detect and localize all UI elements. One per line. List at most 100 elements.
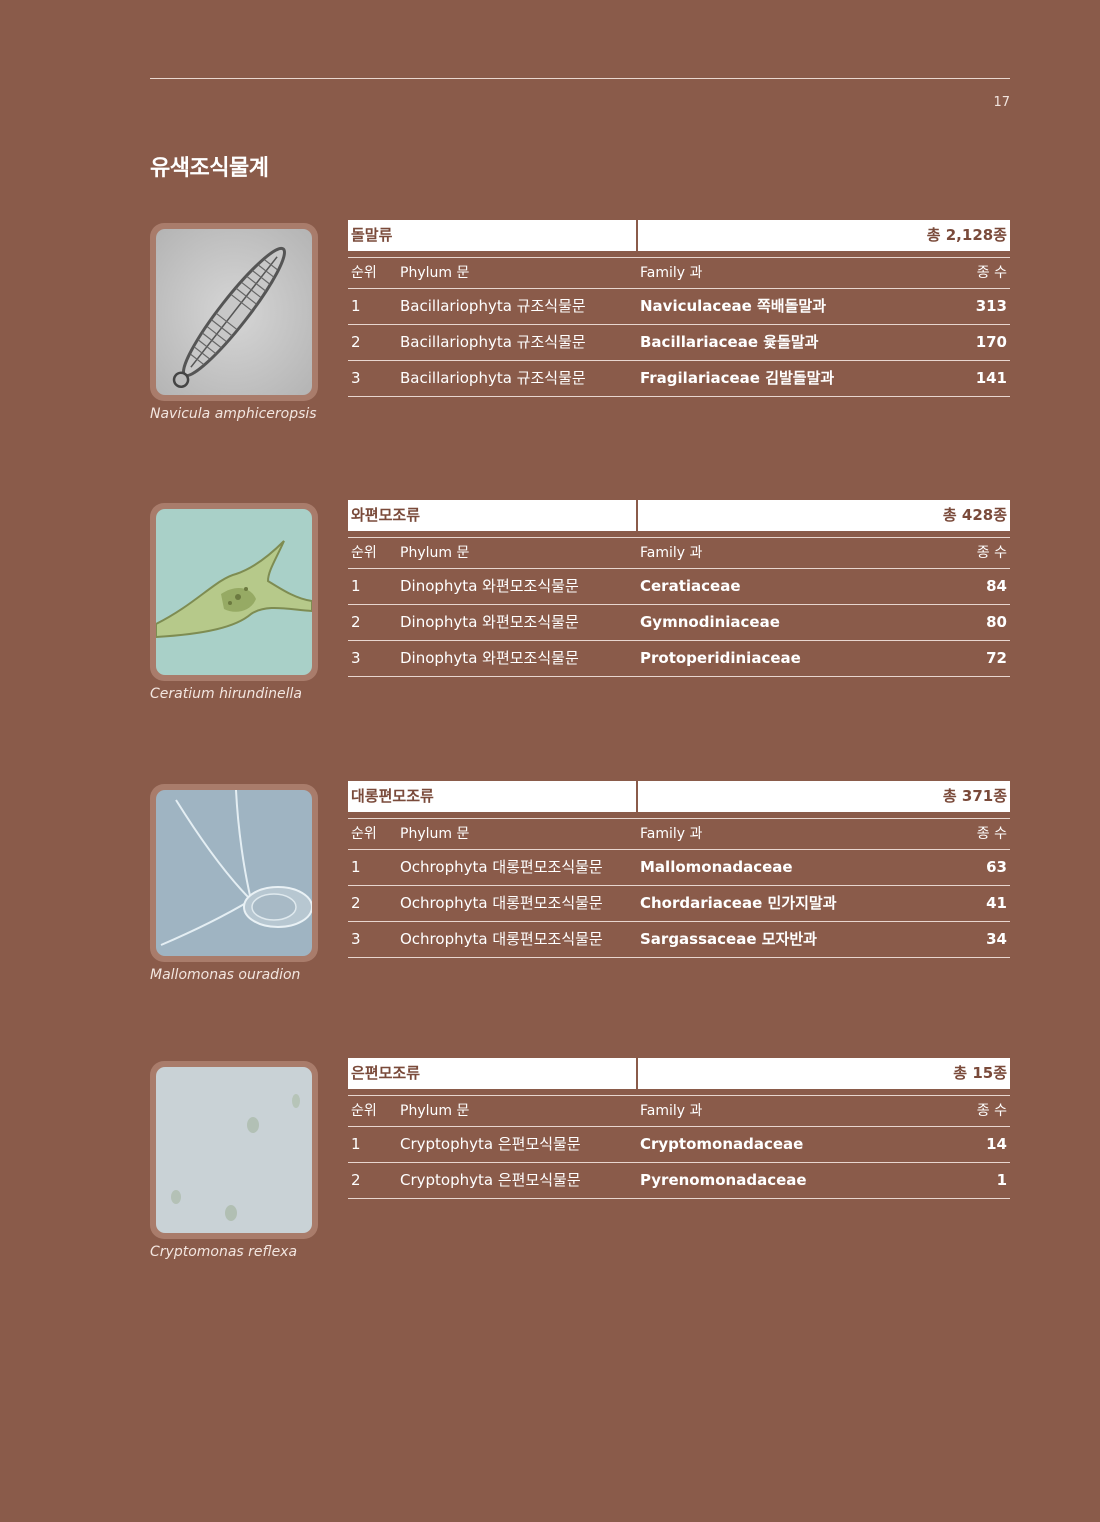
group-name: 와편모조류 (348, 500, 636, 531)
cell-phylum: Bacillariophyta 규조식물문 (400, 333, 586, 351)
cell-family: Chordariaceae 민가지말과 (640, 894, 837, 912)
table-header: 은편모조류 총 15종 (348, 1058, 1010, 1089)
table-body: 1 Dinophyta 와편모조식물문 Ceratiaceae 84 2 Din… (348, 568, 1010, 677)
col-count: 종 수 (976, 826, 1007, 842)
table-body: 1 Ochrophyta 대롱편모조식물문 Mallomonadaceae 63… (348, 849, 1010, 958)
page-number: 17 (993, 95, 1010, 110)
table-row: 2 Cryptophyta 은편모식물문 Pyrenomonadaceae 1 (348, 1162, 1010, 1199)
column-headers: 순위 Phylum 문 Family 과 종 수 (348, 258, 1010, 288)
col-count: 종 수 (976, 265, 1007, 281)
cell-family: Bacillariaceae 윷돌말과 (640, 333, 819, 351)
col-rank: 순위 (351, 1103, 377, 1119)
cell-count: 170 (975, 333, 1007, 351)
col-phylum: Phylum 문 (400, 1103, 470, 1119)
specimen-photo-frame (150, 223, 318, 401)
cell-rank: 3 (351, 930, 361, 948)
column-headers: 순위 Phylum 문 Family 과 종 수 (348, 538, 1010, 568)
table-row: 1 Dinophyta 와편모조식물문 Ceratiaceae 84 (348, 568, 1010, 604)
cell-rank: 2 (351, 894, 361, 912)
group-total: 총 2,128종 (638, 220, 1010, 251)
cell-phylum: Ochrophyta 대롱편모조식물문 (400, 894, 603, 912)
specimen-caption: Cryptomonas reflexa (150, 1244, 298, 1260)
cell-count: 63 (986, 858, 1007, 876)
cell-phylum: Bacillariophyta 규조식물문 (400, 369, 586, 387)
family-table: 돌말류 총 2,128종 순위 Phylum 문 Family 과 종 수 1 … (348, 220, 1010, 397)
cell-family: Mallomonadaceae (640, 858, 793, 876)
family-table: 와편모조류 총 428종 순위 Phylum 문 Family 과 종 수 1 … (348, 500, 1010, 677)
col-count: 종 수 (976, 545, 1007, 561)
cell-rank: 1 (351, 1135, 361, 1153)
cell-count: 84 (986, 577, 1007, 595)
table-row: 2 Ochrophyta 대롱편모조식물문 Chordariaceae 민가지말… (348, 885, 1010, 921)
cell-count: 313 (975, 297, 1007, 315)
table-row: 1 Bacillariophyta 규조식물문 Naviculaceae 쪽배돌… (348, 288, 1010, 324)
table-row: 1 Cryptophyta 은편모식물문 Cryptomonadaceae 14 (348, 1126, 1010, 1162)
cell-count: 72 (986, 649, 1007, 667)
table-row: 2 Dinophyta 와편모조식물문 Gymnodiniaceae 80 (348, 604, 1010, 640)
cell-family: Ceratiaceae (640, 577, 741, 595)
table-row: 1 Ochrophyta 대롱편모조식물문 Mallomonadaceae 63 (348, 849, 1010, 885)
cell-family: Cryptomonadaceae (640, 1135, 804, 1153)
specimen-photo-frame (150, 784, 318, 962)
cell-count: 41 (986, 894, 1007, 912)
cell-phylum: Ochrophyta 대롱편모조식물문 (400, 858, 603, 876)
specimen-photo (156, 509, 312, 675)
specimen-photo-frame (150, 1061, 318, 1239)
specimen-photo (156, 229, 312, 395)
table-header: 돌말류 총 2,128종 (348, 220, 1010, 251)
cell-count: 80 (986, 613, 1007, 631)
cell-phylum: Cryptophyta 은편모식물문 (400, 1135, 581, 1153)
group-total: 총 428종 (638, 500, 1010, 531)
cell-count: 141 (975, 369, 1007, 387)
table-body: 1 Bacillariophyta 규조식물문 Naviculaceae 쪽배돌… (348, 288, 1010, 397)
family-table: 대롱편모조류 총 371종 순위 Phylum 문 Family 과 종 수 1… (348, 781, 1010, 958)
col-count: 종 수 (976, 1103, 1007, 1119)
col-rank: 순위 (351, 545, 377, 561)
table-header: 와편모조류 총 428종 (348, 500, 1010, 531)
group-name: 은편모조류 (348, 1058, 636, 1089)
cell-family: Naviculaceae 쪽배돌말과 (640, 297, 827, 315)
column-headers: 순위 Phylum 문 Family 과 종 수 (348, 1096, 1010, 1126)
col-phylum: Phylum 문 (400, 826, 470, 842)
specimen-caption: Navicula amphiceropsis (150, 406, 317, 422)
group-total: 총 371종 (638, 781, 1010, 812)
cell-rank: 3 (351, 649, 361, 667)
col-family: Family 과 (640, 265, 703, 281)
col-phylum: Phylum 문 (400, 545, 470, 561)
table-row: 3 Bacillariophyta 규조식물문 Fragilariaceae 김… (348, 360, 1010, 397)
cell-phylum: Bacillariophyta 규조식물문 (400, 297, 586, 315)
cell-rank: 1 (351, 858, 361, 876)
cell-phylum: Dinophyta 와편모조식물문 (400, 649, 579, 667)
column-headers: 순위 Phylum 문 Family 과 종 수 (348, 819, 1010, 849)
cell-count: 14 (986, 1135, 1007, 1153)
table-row: 3 Dinophyta 와편모조식물문 Protoperidiniaceae 7… (348, 640, 1010, 677)
specimen-caption: Ceratium hirundinella (150, 686, 302, 702)
cell-phylum: Cryptophyta 은편모식물문 (400, 1171, 581, 1189)
cell-rank: 2 (351, 613, 361, 631)
col-phylum: Phylum 문 (400, 265, 470, 281)
col-family: Family 과 (640, 826, 703, 842)
cell-rank: 1 (351, 297, 361, 315)
col-family: Family 과 (640, 545, 703, 561)
cell-family: Fragilariaceae 김발돌말과 (640, 369, 835, 387)
table-row: 3 Ochrophyta 대롱편모조식물문 Sargassaceae 모자반과 … (348, 921, 1010, 958)
cell-phylum: Dinophyta 와편모조식물문 (400, 613, 579, 631)
cell-family: Gymnodiniaceae (640, 613, 780, 631)
table-row: 2 Bacillariophyta 규조식물문 Bacillariaceae 윷… (348, 324, 1010, 360)
cell-rank: 1 (351, 577, 361, 595)
group-total: 총 15종 (638, 1058, 1010, 1089)
cell-count: 1 (996, 1171, 1007, 1189)
specimen-photo (156, 1067, 312, 1233)
section-title: 유색조식물계 (150, 156, 269, 181)
cell-family: Protoperidiniaceae (640, 649, 801, 667)
cell-rank: 3 (351, 369, 361, 387)
group-name: 돌말류 (348, 220, 636, 251)
col-family: Family 과 (640, 1103, 703, 1119)
cell-family: Sargassaceae 모자반과 (640, 930, 817, 948)
top-rule (150, 78, 1010, 79)
cell-rank: 2 (351, 1171, 361, 1189)
group-name: 대롱편모조류 (348, 781, 636, 812)
cell-rank: 2 (351, 333, 361, 351)
table-header: 대롱편모조류 총 371종 (348, 781, 1010, 812)
table-body: 1 Cryptophyta 은편모식물문 Cryptomonadaceae 14… (348, 1126, 1010, 1199)
